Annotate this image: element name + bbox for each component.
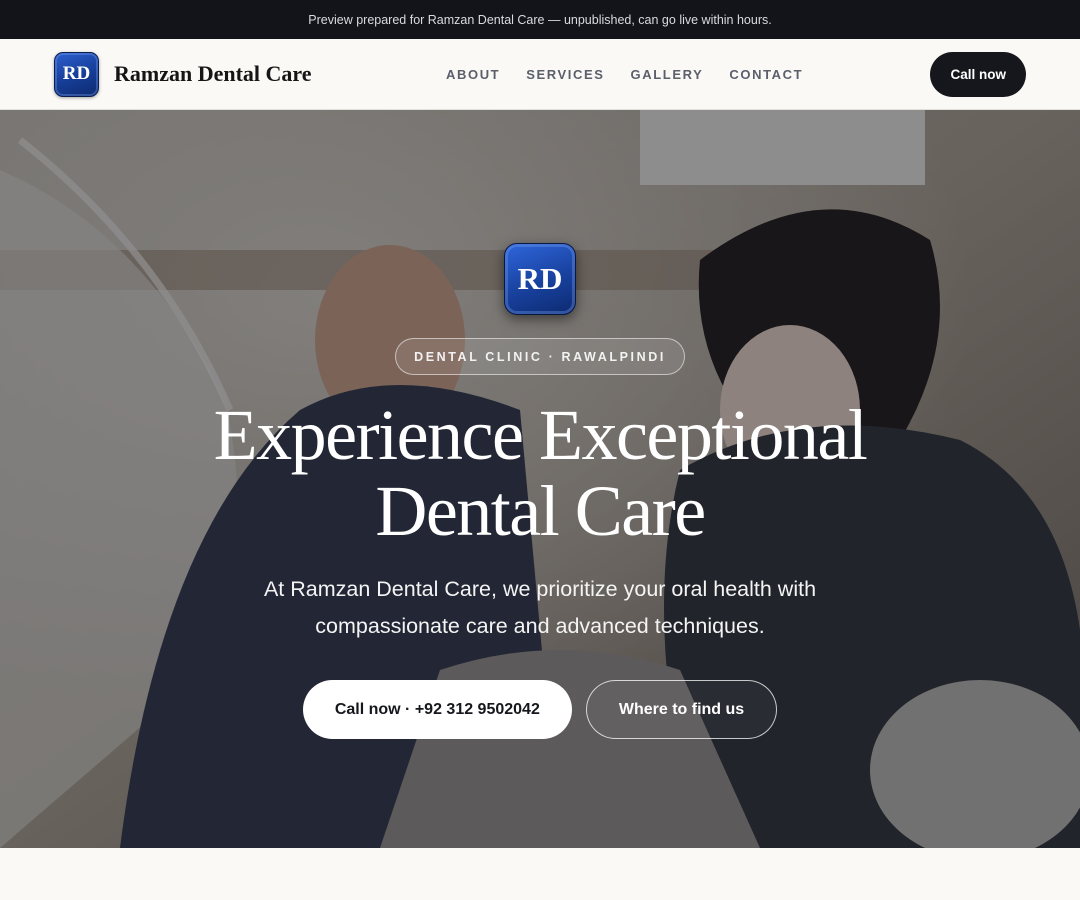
next-section-top xyxy=(0,848,1080,900)
hero-call-button[interactable]: Call now · +92 312 9502042 xyxy=(302,680,572,739)
nav-link-services[interactable]: SERVICES xyxy=(526,67,604,82)
hero-logo-icon: RD xyxy=(504,243,576,315)
header-call-button[interactable]: Call now xyxy=(930,52,1026,97)
nav-link-about[interactable]: ABOUT xyxy=(446,67,500,82)
hero-actions: Call now · +92 312 9502042 Where to find… xyxy=(302,680,778,739)
site-header: RD Ramzan Dental Care ABOUT SERVICES GAL… xyxy=(0,39,1080,110)
brand-link[interactable]: RD Ramzan Dental Care xyxy=(54,51,312,97)
hero-logo-initials: RD xyxy=(517,261,563,296)
nav-link-contact[interactable]: CONTACT xyxy=(729,67,803,82)
brand-logo-initials: RD xyxy=(62,63,91,84)
announcement-bar: Preview prepared for Ramzan Dental Care … xyxy=(0,0,1080,39)
announcement-text: Preview prepared for Ramzan Dental Care … xyxy=(308,12,772,27)
hero-title-line2: Dental Care xyxy=(375,471,706,551)
brand-name: Ramzan Dental Care xyxy=(114,61,312,86)
hero-eyebrow-badge: DENTAL CLINIC · RAWALPINDI xyxy=(395,338,685,375)
hero-location-button[interactable]: Where to find us xyxy=(585,680,778,739)
hero-subtitle: At Ramzan Dental Care, we prioritize you… xyxy=(263,577,817,638)
hero-content: RD DENTAL CLINIC · RAWALPINDI Experience… xyxy=(0,110,1080,848)
main-nav: ABOUT SERVICES GALLERY CONTACT xyxy=(446,39,803,109)
hero-section: RD DENTAL CLINIC · RAWALPINDI Experience… xyxy=(0,110,1080,848)
hero-title: Experience Exceptional Dental Care xyxy=(213,395,868,551)
brand-logo-icon: RD xyxy=(54,51,99,97)
nav-link-gallery[interactable]: GALLERY xyxy=(631,67,704,82)
hero-title-line1: Experience Exceptional xyxy=(213,395,868,475)
